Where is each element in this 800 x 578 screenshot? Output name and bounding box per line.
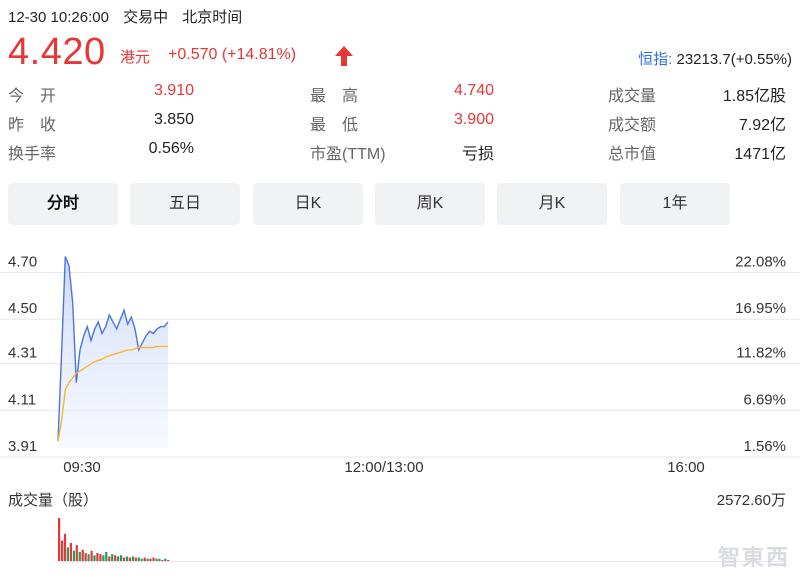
- stat-value-low: 3.900: [453, 111, 494, 128]
- volume-bar: [125, 556, 129, 561]
- stat-value-turnover-rate: 0.56%: [148, 140, 194, 157]
- volume-bar: [90, 550, 93, 561]
- volume-max-label: 2572.60万: [717, 492, 786, 509]
- volume-bar: [102, 555, 105, 561]
- volume-bar: [128, 557, 131, 561]
- volume-bar: [149, 558, 152, 561]
- volume-bar: [161, 559, 164, 561]
- stat-value-prev-close: 3.850: [153, 111, 194, 128]
- tab-weekly-k[interactable]: 周K: [375, 183, 485, 225]
- stat-value-open: 3.910: [153, 82, 194, 99]
- tab-one-year[interactable]: 1年: [620, 183, 730, 225]
- stats-grid: 今 开 3.910 最 高 4.740 成交量 1.85亿股 昨 收 3.850…: [8, 82, 792, 172]
- volume-bar: [63, 533, 67, 561]
- volume-bar: [146, 558, 149, 561]
- volume-bar: [167, 559, 170, 561]
- stat-label-volume: 成交量: [608, 88, 657, 105]
- intraday-chart-svg: 4.70 22.08% 4.50 16.95% 4.31 11.82% 4.11 6.69% 3…: [0, 254, 800, 562]
- stat-value-pe: 亏损: [461, 146, 494, 163]
- y-pct-tick-label: 1.56%: [743, 438, 786, 455]
- volume-bar: [81, 549, 84, 561]
- stat-value-volume: 1.85亿股: [722, 88, 786, 105]
- stat-value-high: 4.740: [453, 82, 494, 99]
- volume-bar: [131, 556, 134, 561]
- y-pct-tick-label: 22.08%: [735, 254, 786, 271]
- volume-bar: [122, 557, 126, 561]
- tab-intraday[interactable]: 分时: [8, 183, 118, 225]
- intraday-chart: 4.70 22.08% 4.50 16.95% 4.31 11.82% 4.11 6.69% 3…: [0, 228, 800, 578]
- price-change: +0.570 (+14.81%): [168, 46, 297, 63]
- x-tick-label: 09:30: [63, 459, 101, 476]
- volume-bar: [96, 553, 99, 561]
- tab-monthly-k[interactable]: 月K: [497, 183, 607, 225]
- tab-daily-k[interactable]: 日K: [253, 183, 363, 225]
- volume-bar: [117, 556, 120, 561]
- stat-label-prev-close: 昨 收: [8, 117, 57, 134]
- volume-bar: [164, 558, 167, 561]
- y-pct-tick-label: 6.69%: [743, 391, 786, 408]
- stat-label-high: 最 高: [310, 88, 359, 105]
- index-name[interactable]: 恒指:: [638, 51, 672, 68]
- volume-bar: [66, 547, 69, 561]
- stats-row: 今 开 3.910 最 高 4.740 成交量 1.85亿股: [8, 82, 792, 111]
- stats-row: 换手率 0.56% 市盈(TTM) 亏损 总市值 1471亿: [8, 140, 792, 169]
- x-tick-label: 12:00/13:00: [344, 459, 423, 476]
- volume-bar: [111, 554, 114, 561]
- quote-datetime: 12-30 10:26:00: [8, 9, 109, 26]
- stat-label-pe: 市盈(TTM): [310, 146, 386, 163]
- volume-bar: [75, 545, 78, 561]
- currency-label: 港元: [120, 49, 151, 66]
- stats-row: 昨 收 3.850 最 低 3.900 成交额 7.92亿: [8, 111, 792, 140]
- volume-bar: [61, 540, 64, 561]
- stat-label-open: 今 开: [8, 88, 57, 105]
- volume-bar: [158, 558, 161, 561]
- volume-bar: [143, 557, 146, 561]
- stat-label-market-cap: 总市值: [608, 146, 657, 163]
- stat-label-low: 最 低: [310, 117, 359, 134]
- x-tick-label: 16:00: [667, 459, 705, 476]
- volume-label: 成交量（股）: [8, 491, 98, 509]
- stat-label-turnover: 成交额: [608, 117, 657, 134]
- volume-bar: [84, 553, 87, 561]
- price-row: 4.420 港元 +0.570 (+14.81%) 恒指: 23213.7(+0…: [8, 30, 792, 74]
- volume-bar: [134, 557, 137, 561]
- watermark-logo: 智東西: [717, 545, 790, 570]
- stat-label-turnover-rate: 换手率: [8, 146, 57, 163]
- stat-value-turnover: 7.92亿: [738, 117, 786, 134]
- trading-status: 交易中: [123, 9, 169, 26]
- index-value: 23213.7(+0.55%): [676, 51, 792, 68]
- volume-bar: [152, 557, 155, 561]
- last-price: 4.420: [8, 31, 106, 73]
- volume-bar: [137, 557, 140, 561]
- timezone-label: 北京时间: [182, 9, 243, 26]
- y-tick-label: 4.70: [8, 254, 37, 271]
- stat-value-market-cap: 1471亿: [734, 146, 786, 163]
- arrow-up-icon: [335, 46, 353, 66]
- volume-bar: [58, 518, 61, 561]
- volume-bar: [87, 554, 90, 561]
- volume-bar: [108, 556, 111, 561]
- volume-bar: [105, 551, 108, 561]
- chart-period-tabs: 分时 五日 日K 周K 月K 1年: [8, 183, 792, 225]
- status-line: 12-30 10:26:00 交易中 北京时间: [8, 6, 252, 27]
- volume-bar: [155, 558, 158, 561]
- y-pct-tick-label: 16.95%: [735, 300, 786, 317]
- y-tick-label: 3.91: [8, 438, 37, 455]
- volume-bar: [78, 551, 81, 561]
- tab-five-day[interactable]: 五日: [130, 183, 240, 225]
- volume-bar: [93, 555, 96, 561]
- y-tick-label: 4.31: [8, 345, 37, 362]
- volume-bar: [72, 550, 75, 561]
- volume-bar: [69, 542, 72, 561]
- y-pct-tick-label: 11.82%: [736, 345, 786, 362]
- volume-bar: [140, 558, 143, 561]
- y-tick-label: 4.11: [8, 391, 36, 408]
- volume-bar: [114, 555, 117, 561]
- volume-bar: [99, 554, 102, 561]
- volume-bar: [120, 555, 123, 561]
- index-quote[interactable]: 恒指: 23213.7(+0.55%): [638, 48, 792, 69]
- y-tick-label: 4.50: [8, 300, 37, 317]
